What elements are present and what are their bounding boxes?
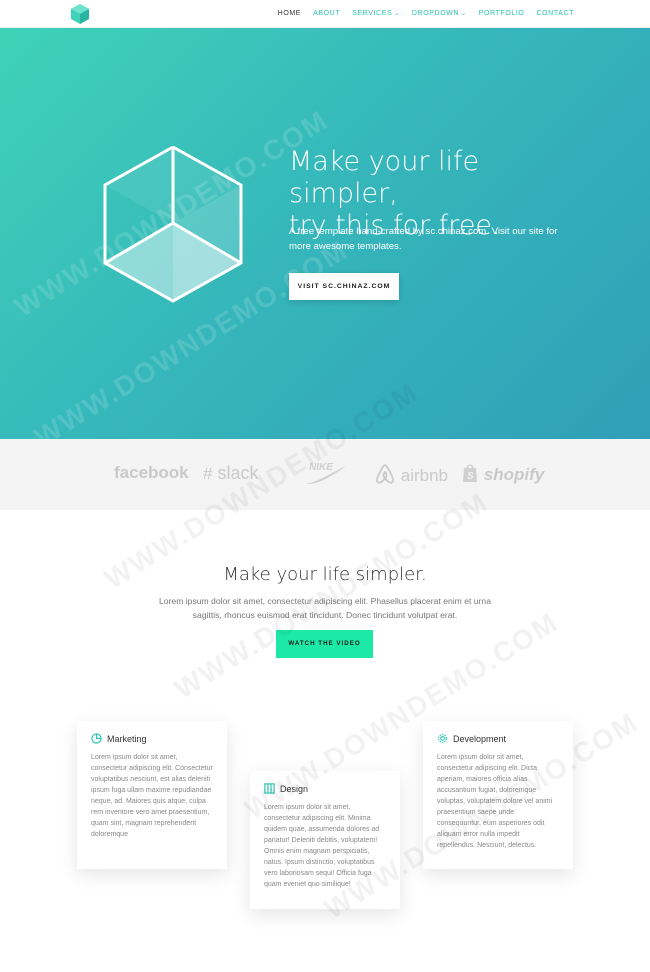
card-text: Lorem ipsum dolor sit amet, consectetur … [91,754,213,838]
slack-logo-text: slack [217,463,259,483]
nav-item-services-label: SERVICES [352,10,393,17]
shopify-bag-icon: S [461,463,479,488]
nav-item-about[interactable]: ABOUT [313,10,340,17]
nav-item-services[interactable]: SERVICES ⌄ [352,10,400,17]
card-text: Lorem ipsum dolor sit amet, consectetur … [264,804,380,888]
airbnb-logo: airbnb [374,463,448,490]
card-title: Design [280,783,309,794]
hero-subtitle: A free template hand-crafted by sc.china… [289,226,558,252]
nav-item-contact[interactable]: CONTACT [536,10,574,17]
card-header: Marketing [91,733,213,744]
card-header: Design [264,783,386,794]
cube-icon [103,145,243,303]
pie-chart-icon [91,733,102,744]
shopify-logo: S shopify [461,463,544,488]
gear-icon [438,734,447,743]
section-description: Lorem ipsum dolor sit amet, consectetur … [159,596,491,620]
nav-item-home[interactable]: HOME [278,10,301,17]
brand-logos-strip: facebook # slack NIKE airbnb S shopify [0,439,650,510]
nike-logo-text: NIKE [309,462,333,473]
nav-item-portfolio[interactable]: PORTFOLIO [479,10,525,17]
shopify-logo-text: shopify [483,464,545,484]
nike-logo: NIKE [303,461,347,492]
columns-icon [264,783,275,794]
facebook-logo: facebook [114,463,189,482]
section-title: Make your life simpler. [223,564,427,585]
watch-video-button[interactable]: WATCH THE VIDEO [276,630,373,658]
chevron-down-icon: ⌄ [394,11,400,17]
nav-item-dropdown[interactable]: DROPDOWN ⌄ [412,10,467,17]
airbnb-logo-text: airbnb [400,465,448,485]
visit-site-button[interactable]: VISIT SC.CHINAZ.COM [289,273,399,300]
slack-logo: # slack [203,463,259,484]
hero-title-line1: Make your life simpler, [289,146,480,209]
nav-item-dropdown-label: DROPDOWN [411,10,460,17]
marketing-card: Marketing Lorem ipsum dolor sit amet, co… [77,721,227,869]
navbar: HOME ABOUT SERVICES ⌄ DROPDOWN ⌄ PORTFOLIO… [0,0,650,28]
hexagon-logo-icon[interactable] [71,4,89,24]
svg-text:S: S [467,471,474,482]
card-title: Development [453,733,507,744]
development-card: Development Lorem ipsum dolor sit amet, … [423,721,573,869]
airbnb-belo-icon [374,463,396,490]
hero-section: Make your life simpler, try this for fre… [0,28,650,439]
chevron-down-icon: ⌄ [461,11,467,17]
main-menu: HOME ABOUT SERVICES ⌄ DROPDOWN ⌄ PORTFOLIO… [278,10,574,17]
design-card: Design Lorem ipsum dolor sit amet, conse… [250,771,400,909]
card-title: Marketing [107,733,147,744]
slack-hash-icon: # [203,464,213,483]
card-text: Lorem ipsum dolor sit amet, consectetur … [437,754,553,849]
card-header: Development [437,733,559,744]
